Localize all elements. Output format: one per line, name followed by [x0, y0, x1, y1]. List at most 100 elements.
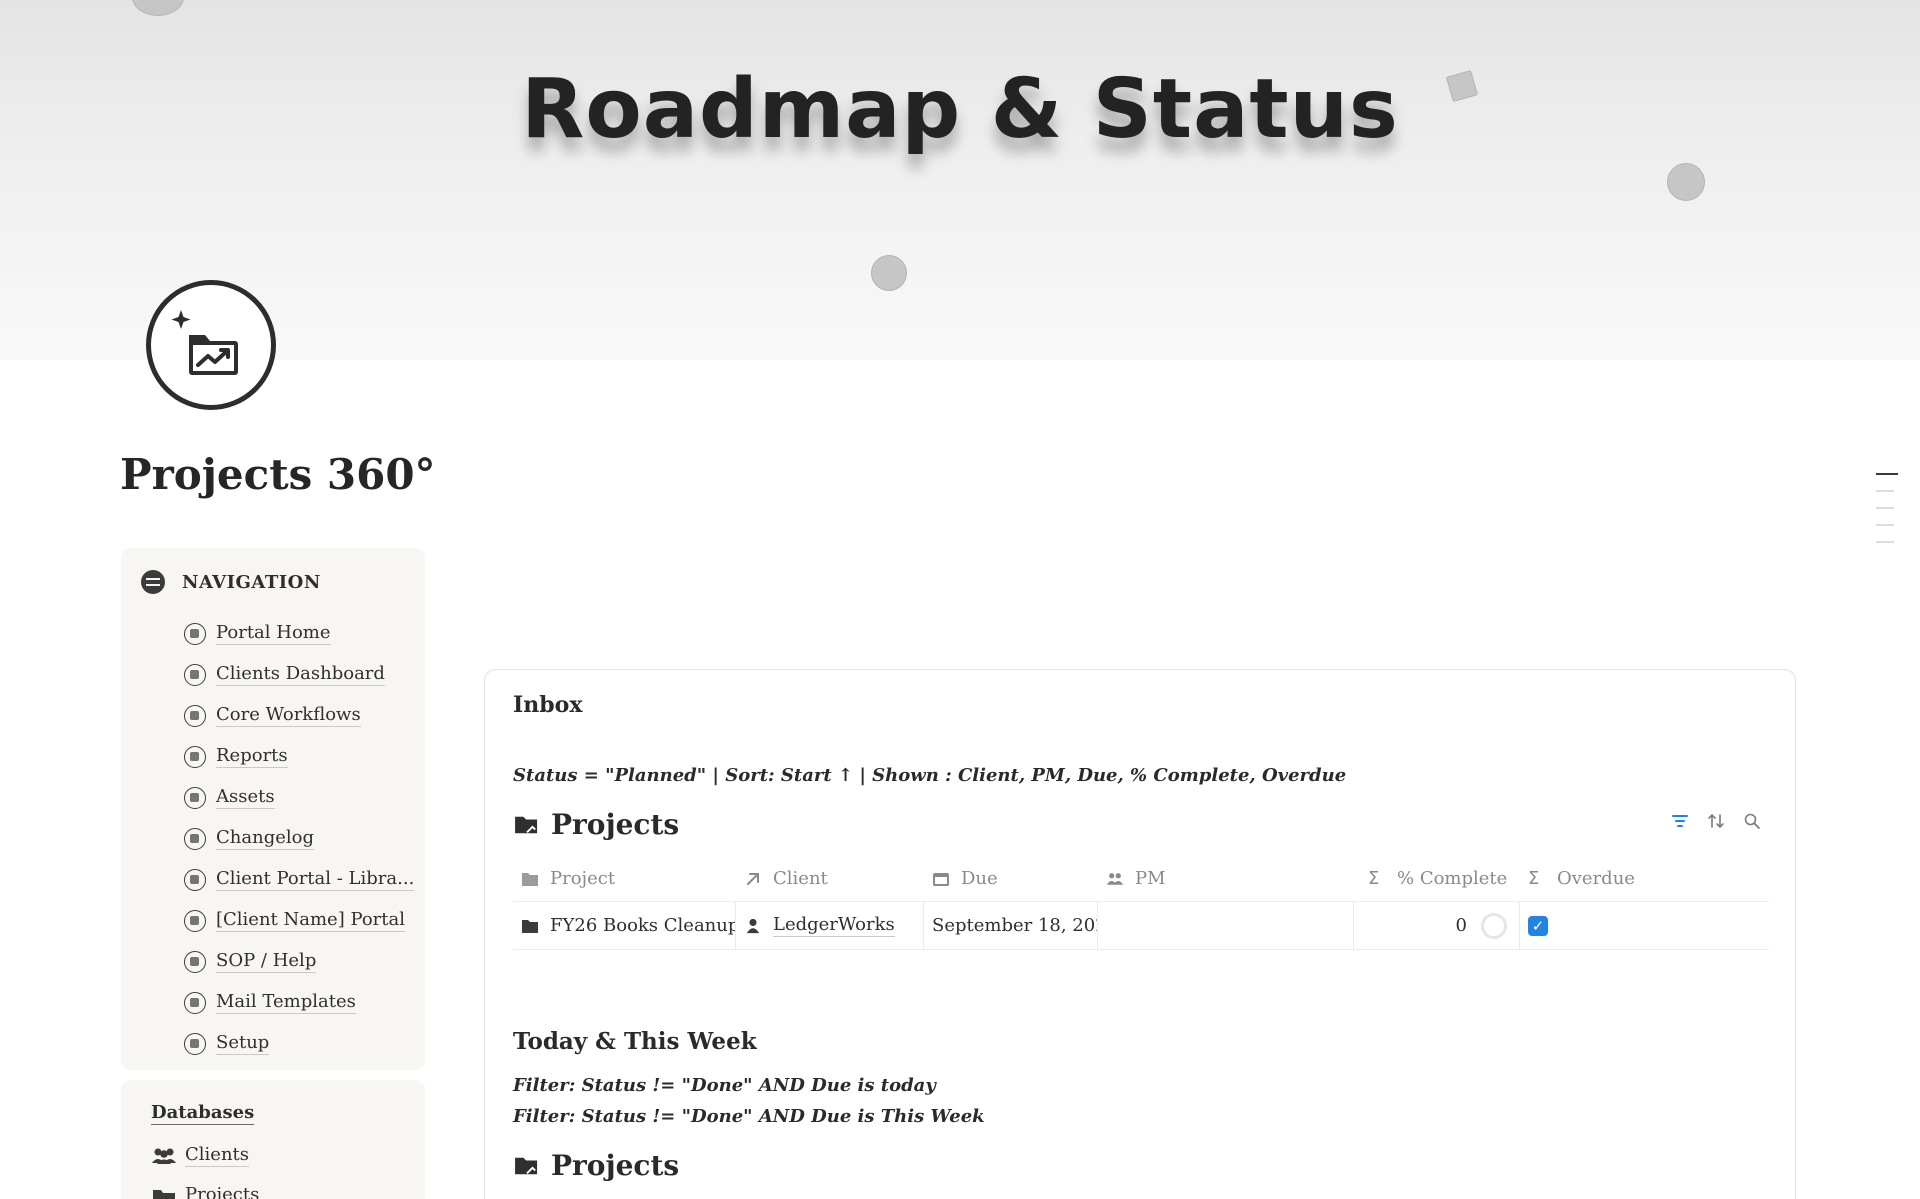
formula-sigma-icon: Σ: [1368, 868, 1380, 889]
nav-item-mail-templates[interactable]: Mail Templates: [184, 982, 414, 1023]
nav-item-portal-home[interactable]: Portal Home: [184, 613, 414, 654]
column-header-overdue[interactable]: Σ Overdue: [1520, 868, 1769, 889]
client-portal-library-icon: [184, 868, 206, 891]
outline-marker[interactable]: [1876, 473, 1898, 475]
decorative-circle: [132, 0, 184, 16]
outline-marker[interactable]: [1876, 524, 1894, 526]
database-item-label[interactable]: Projects: [185, 1184, 259, 1199]
outline-marker[interactable]: [1876, 541, 1894, 543]
cell-due[interactable]: September 18, 2025: [924, 902, 1098, 949]
nav-item-label[interactable]: Changelog: [216, 827, 314, 850]
column-header-project[interactable]: Project: [513, 868, 736, 889]
today-heading: Today & This Week: [513, 1028, 757, 1055]
folder-chart-icon[interactable]: [146, 280, 276, 410]
column-header-label: PM: [1135, 868, 1166, 889]
relation-arrow-icon: [747, 872, 759, 885]
nav-item-label[interactable]: [Client Name] Portal: [216, 909, 405, 932]
cell-project[interactable]: FY26 Books Cleanup: [513, 902, 736, 949]
navigation-header: NAVIGATION: [141, 570, 321, 594]
cell-percent-complete: 0: [1354, 902, 1520, 949]
inbox-heading: Inbox: [513, 692, 583, 718]
changelog-icon: [184, 827, 206, 850]
nav-item-label[interactable]: Clients Dashboard: [216, 663, 385, 686]
sort-icon[interactable]: [1707, 812, 1725, 830]
column-header-label: Project: [550, 868, 616, 889]
column-header-percent-complete[interactable]: Σ % Complete: [1354, 868, 1520, 889]
page-outline[interactable]: [1876, 473, 1898, 558]
nav-item-assets[interactable]: Assets: [184, 777, 414, 818]
navigation-list: Portal Home Clients Dashboard Core Workf…: [184, 613, 415, 1064]
sop-help-icon: [184, 950, 206, 973]
nav-item-label[interactable]: SOP / Help: [216, 950, 317, 973]
progress-ring: [1481, 912, 1507, 939]
column-header-pm[interactable]: PM: [1098, 868, 1354, 889]
navigation-panel: NAVIGATION Portal Home Clients Dashboard…: [121, 548, 425, 1070]
folder-icon: [522, 872, 538, 886]
table-row[interactable]: FY26 Books Cleanup LedgerWorks September…: [513, 902, 1769, 950]
outline-marker[interactable]: [1876, 507, 1894, 509]
nav-item-label[interactable]: Client Portal - Libra...: [216, 868, 415, 891]
folder-chart-icon: [515, 816, 538, 833]
nav-item-setup[interactable]: Setup: [184, 1023, 414, 1064]
today-filter-2: Filter: Status != "Done" AND Due is This…: [513, 1106, 985, 1127]
nav-item-label[interactable]: Setup: [216, 1032, 270, 1055]
database-item-projects[interactable]: Projects: [151, 1184, 259, 1199]
nav-item-client-portal-library[interactable]: Client Portal - Libra...: [184, 859, 415, 900]
today-view-title[interactable]: Projects: [551, 1149, 679, 1182]
database-item-clients[interactable]: Clients: [151, 1144, 250, 1167]
database-item-label[interactable]: Clients: [185, 1144, 250, 1167]
column-header-client[interactable]: Client: [736, 868, 924, 889]
cell-pm[interactable]: [1098, 902, 1354, 949]
search-icon[interactable]: [1743, 812, 1761, 830]
today-view-header: Projects: [513, 1149, 679, 1182]
core-workflows-icon: [184, 704, 206, 727]
client-name-portal-icon: [184, 909, 206, 932]
column-header-due[interactable]: Due: [924, 868, 1098, 889]
nav-item-core-workflows[interactable]: Core Workflows: [184, 695, 414, 736]
overdue-checkbox: ✓: [1528, 915, 1548, 936]
nav-item-clients-dashboard[interactable]: Clients Dashboard: [184, 654, 414, 695]
decorative-circle: [1667, 163, 1705, 201]
databases-title[interactable]: Databases: [151, 1102, 255, 1125]
inbox-view-header: Projects: [513, 808, 679, 841]
inbox-filter-description: Status = "Planned" | Sort: Start ↑ | Sho…: [513, 765, 1347, 786]
formula-sigma-icon: Σ: [1528, 868, 1540, 889]
percent-complete-value: 0: [1455, 915, 1467, 936]
nav-item-label[interactable]: Assets: [216, 786, 275, 809]
folder-icon: [153, 1189, 175, 1199]
assets-icon: [184, 786, 206, 809]
reports-icon: [184, 745, 206, 768]
today-filter-1: Filter: Status != "Done" AND Due is toda…: [513, 1075, 936, 1096]
mail-templates-icon: [184, 991, 206, 1014]
cover-title: Roadmap & Status: [521, 62, 1399, 157]
person-icon: [746, 918, 760, 933]
column-header-label: Overdue: [1557, 868, 1635, 889]
inbox-view-title[interactable]: Projects: [551, 808, 679, 841]
column-header-label: Due: [961, 868, 998, 889]
page-cover: Roadmap & Status: [0, 0, 1920, 360]
nav-item-changelog[interactable]: Changelog: [184, 818, 414, 859]
client-link[interactable]: LedgerWorks: [773, 914, 895, 937]
nav-item-label[interactable]: Mail Templates: [216, 991, 356, 1014]
people-icon: [152, 1148, 176, 1164]
view-toolbar: [1671, 812, 1761, 830]
nav-item-label[interactable]: Portal Home: [216, 622, 331, 645]
nav-item-sop-help[interactable]: SOP / Help: [184, 941, 414, 982]
nav-item-label[interactable]: Core Workflows: [216, 704, 361, 727]
nav-item-reports[interactable]: Reports: [184, 736, 414, 777]
page-title: Projects 360°: [120, 450, 436, 499]
outline-marker[interactable]: [1876, 490, 1894, 492]
people-icon: [1106, 872, 1124, 885]
filter-icon[interactable]: [1671, 812, 1689, 830]
cell-client[interactable]: LedgerWorks: [736, 902, 924, 949]
nav-item-label[interactable]: Reports: [216, 745, 288, 768]
navigation-icon: [141, 570, 165, 594]
column-header-label: % Complete: [1397, 868, 1508, 889]
databases-panel: Databases Clients Projects: [121, 1080, 425, 1199]
calendar-icon: [933, 872, 949, 886]
folder-icon: [522, 919, 538, 933]
nav-item-client-name-portal[interactable]: [Client Name] Portal: [184, 900, 414, 941]
table-header-row: Project Client Due PM Σ % Complete Σ Ove…: [513, 856, 1769, 902]
clients-dashboard-icon: [184, 663, 206, 686]
project-name[interactable]: FY26 Books Cleanup: [550, 915, 735, 936]
